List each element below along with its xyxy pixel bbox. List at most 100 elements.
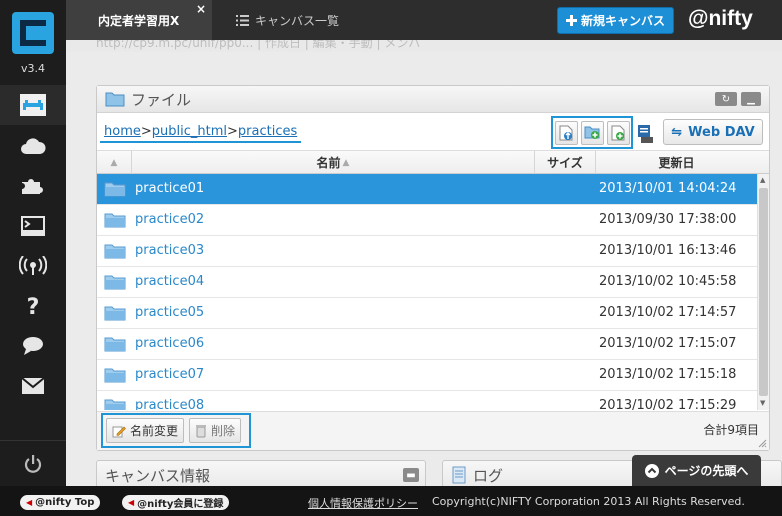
table-row[interactable]: practice08 2013/10/02 17:15:29 [97,391,757,410]
canvas-info-collapse-button[interactable]: ▬ [403,468,419,482]
sidebar-item-mail[interactable] [0,366,66,406]
brand-logo[interactable]: @nifty [688,7,753,31]
column-header-date[interactable]: 更新日 [595,151,757,174]
folder-icon [105,92,125,107]
page-top-button[interactable]: ページの先頭へ [632,455,761,486]
file-name[interactable]: practice06 [135,336,204,351]
svg-text:?: ? [27,295,40,317]
puzzle-icon [22,179,43,194]
terminal-open-button[interactable] [635,122,655,146]
row-action-group: 名前変更 削除 [101,413,251,448]
main-area: ファイル ↻ ▁ home>public_html>practices [66,52,782,490]
webdav-button[interactable]: ⇋ Web DAV [663,119,763,145]
file-name[interactable]: practice01 [135,181,204,196]
privacy-policy-link[interactable]: 個人情報保護ポリシー [308,495,418,511]
top-bar: 内定者学習用X × キャンバス一覧 新規キャンバス @nifty [66,0,782,40]
folder-icon [104,275,126,290]
file-name[interactable]: practice07 [135,367,204,382]
scroll-thumb[interactable] [759,188,768,396]
terminal-icon [21,216,45,236]
register-link[interactable]: ◀ @nifty会員に登録 [122,495,230,510]
trash-icon [196,424,207,437]
table-row[interactable]: practice01 2013/10/01 14:04:24 [97,174,757,205]
nifty-top-link[interactable]: ◀ @nifty Top [20,495,101,510]
new-folder-icon [584,126,600,139]
chevron-up-circle-icon [644,463,659,478]
refresh-icon: ↻ [721,93,731,105]
list-icon [236,14,249,26]
delete-label: 削除 [211,424,236,438]
table-row[interactable]: practice07 2013/10/02 17:15:18 [97,360,757,391]
file-name[interactable]: practice05 [135,305,204,320]
delete-button[interactable]: 削除 [189,418,242,443]
app-logo[interactable] [12,12,54,54]
resize-grip-icon[interactable] [758,439,767,448]
invader-icon [20,94,46,116]
table-row[interactable]: practice06 2013/10/02 17:15:07 [97,329,757,360]
sidebar-item-cloud[interactable] [0,126,66,166]
file-name[interactable]: practice08 [135,398,204,410]
folder-icon [104,213,126,228]
minimize-button[interactable]: ▁ [741,92,761,106]
tab-close-button[interactable]: × [196,2,206,16]
path-bar: home > public_html > practices ⇋ Web DAV [97,114,769,150]
ghost-text: http://cp9.m.pc/unif/pp0... | 作成日 | 編集・手… [96,40,421,50]
file-date: 2013/10/02 17:14:57 [599,305,737,320]
folder-icon [104,244,126,259]
upload-file-icon [559,125,573,140]
file-name[interactable]: practice04 [135,274,204,289]
file-date: 2013/09/30 17:38:00 [599,212,737,227]
breadcrumb-public-html[interactable]: public_html [152,124,227,139]
webdav-label: Web DAV [688,124,755,140]
sidebar-item-terminal[interactable] [0,206,66,246]
file-name[interactable]: practice02 [135,212,204,227]
refresh-button[interactable]: ↻ [715,92,737,106]
column-header-size[interactable]: サイズ [534,151,595,174]
sidebar-item-chat[interactable] [0,326,66,366]
sidebar-item-home[interactable] [0,85,66,125]
rename-pencil-icon [112,426,126,437]
column-header-name[interactable]: 名前 ▲ [131,151,534,174]
file-panel: ファイル ↻ ▁ home>public_html>practices [96,85,770,451]
help-icon: ? [27,295,40,317]
copyright-text: Copyright(c)NIFTY Corporation 2013 All R… [432,495,745,508]
file-panel-header: ファイル ↻ ▁ [97,86,769,113]
file-panel-title: ファイル [131,90,192,109]
select-column-header[interactable]: ▲ [97,151,131,174]
file-date: 2013/10/02 10:45:58 [599,274,737,289]
breadcrumb: home > public_html > practices [100,121,302,143]
swap-arrows-icon: ⇋ [671,124,683,140]
file-date: 2013/10/02 17:15:29 [599,398,737,410]
table-row[interactable]: practice03 2013/10/01 16:13:46 [97,236,757,267]
sidebar: v3.4 ? [0,0,66,486]
logout-button[interactable] [0,444,66,484]
table-row[interactable]: practice02 2013/09/30 17:38:00 [97,205,757,236]
tab-canvas-list[interactable]: キャンバス一覧 [236,0,339,40]
table-row[interactable]: practice05 2013/10/02 17:14:57 [97,298,757,329]
file-name[interactable]: practice03 [135,243,204,258]
canvas-info-title: キャンバス情報 [105,466,211,485]
chat-bubble-icon [23,337,43,355]
new-canvas-button[interactable]: 新規キャンバス [557,7,674,34]
plus-icon [565,15,577,26]
new-folder-button[interactable] [580,120,604,145]
arrow-left-icon: ◀ [128,498,135,507]
table-row[interactable]: practice04 2013/10/02 10:45:58 [97,267,757,298]
cloud-icon [21,138,46,154]
scroll-up-icon[interactable]: ▲ [760,176,765,184]
server-icon [638,125,653,143]
sidebar-item-help[interactable]: ? [0,286,66,326]
scroll-down-icon[interactable]: ▼ [760,399,765,407]
page-top-label: ページの先頭へ [664,464,749,478]
new-file-button[interactable] [606,120,630,145]
breadcrumb-home[interactable]: home [104,124,141,139]
upload-button[interactable] [554,120,578,145]
file-panel-footer: 名前変更 削除 合計9項目 [97,411,769,450]
vertical-scrollbar[interactable]: ▲ ▼ [757,174,769,410]
tab-canvas-active[interactable]: 内定者学習用X [66,0,212,40]
file-table-body: practice01 2013/10/01 14:04:24 practice02 2… [97,174,757,410]
sidebar-item-puzzle[interactable] [0,166,66,206]
breadcrumb-practices[interactable]: practices [238,124,297,139]
rename-button[interactable]: 名前変更 [106,418,185,443]
sidebar-item-broadcast[interactable] [0,246,66,286]
